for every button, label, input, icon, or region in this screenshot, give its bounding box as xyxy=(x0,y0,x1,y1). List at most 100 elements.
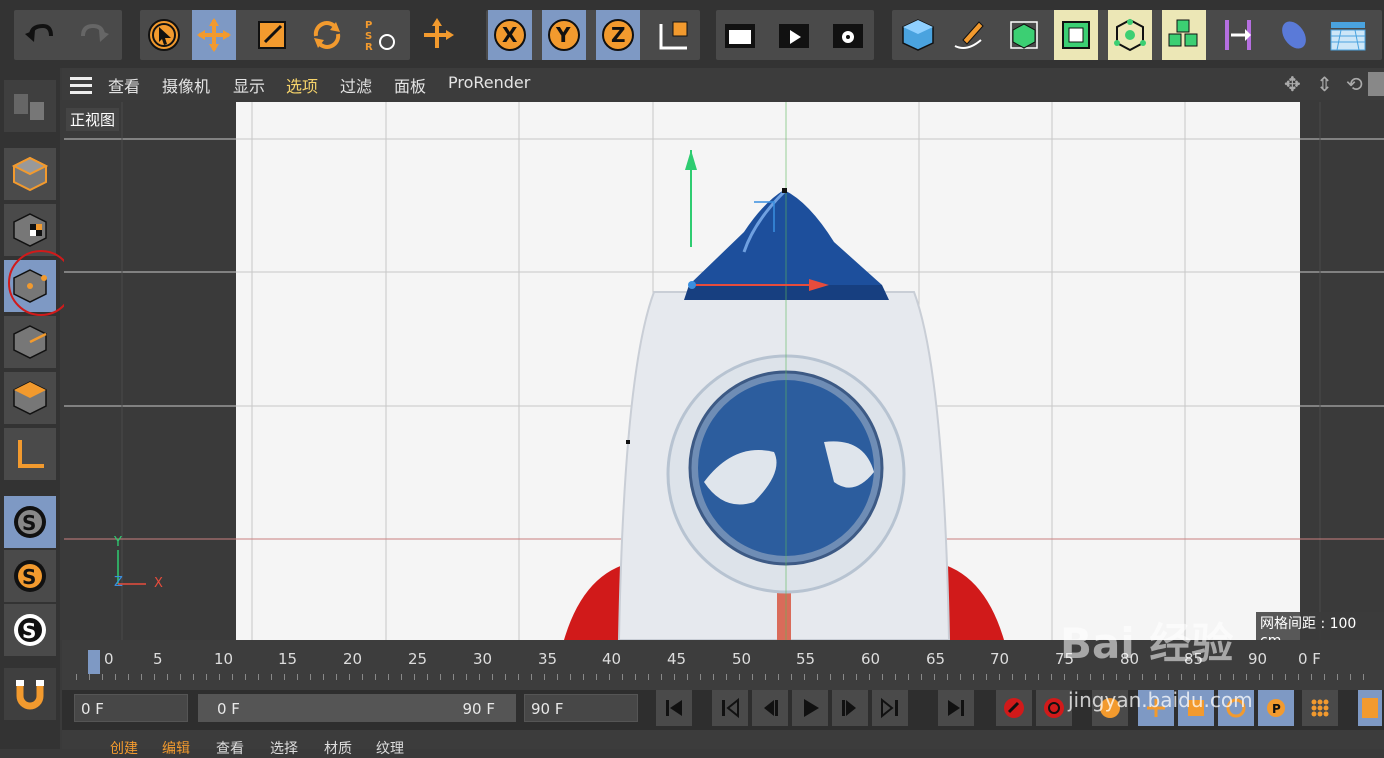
left-palette: S S S xyxy=(0,68,74,749)
current-frame-field[interactable]: 0 F xyxy=(74,694,188,722)
tick-label: 0 xyxy=(104,650,114,668)
texture-mode-icon[interactable] xyxy=(4,204,56,256)
render-view-icon[interactable] xyxy=(718,10,762,60)
menu-edit[interactable]: 编辑 xyxy=(162,738,190,758)
range-end-label: 90 F xyxy=(462,700,495,718)
rotate-view-icon[interactable]: ⟲ xyxy=(1346,72,1363,96)
edge-mode-icon[interactable] xyxy=(4,316,56,368)
main-toolbar: PSR X Y Z xyxy=(0,0,1384,68)
model-mode-icon[interactable] xyxy=(4,148,56,200)
magnet-tool-icon[interactable] xyxy=(4,668,56,720)
next-key-icon[interactable] xyxy=(872,690,908,726)
svg-text:P: P xyxy=(365,20,372,31)
go-to-start-icon[interactable] xyxy=(656,690,692,726)
menu-display[interactable]: 显示 xyxy=(233,73,265,97)
key-position-icon[interactable] xyxy=(1138,690,1174,726)
play-icon[interactable] xyxy=(792,690,828,726)
floor-icon[interactable] xyxy=(1326,10,1370,60)
tick-label: 45 xyxy=(667,650,687,668)
snap-enable-icon[interactable]: S xyxy=(4,496,56,548)
hamburger-menu-icon[interactable] xyxy=(70,77,92,94)
menu-view[interactable]: 查看 xyxy=(108,73,140,97)
z-axis-lock-icon[interactable]: Z xyxy=(596,10,640,60)
maximize-view-icon[interactable] xyxy=(1368,72,1384,96)
axis-x-label: X xyxy=(154,576,163,591)
max-frame-field[interactable]: 90 F xyxy=(524,694,638,722)
coordinate-system-icon[interactable] xyxy=(652,10,696,60)
deformer-icon[interactable] xyxy=(1216,10,1260,60)
svg-text:S: S xyxy=(365,31,372,42)
record-key-icon[interactable] xyxy=(996,690,1032,726)
subdivision-surface-icon[interactable] xyxy=(1002,10,1046,60)
extrude-icon[interactable] xyxy=(1054,10,1098,60)
render-picture-viewer-icon[interactable] xyxy=(772,10,816,60)
timeline-end-label: 0 F xyxy=(1298,650,1321,668)
pen-spline-icon[interactable] xyxy=(946,10,990,60)
key-rotation-icon[interactable] xyxy=(1218,690,1254,726)
timeline-playhead[interactable] xyxy=(88,650,100,674)
timeline-window-icon[interactable] xyxy=(1358,690,1382,726)
tick-label: 55 xyxy=(796,650,816,668)
timeline-ruler[interactable]: 0 5 10 15 20 25 30 35 40 45 50 55 60 65 … xyxy=(62,640,1384,690)
svg-text:Y: Y xyxy=(555,23,571,47)
zoom-view-icon[interactable]: ⇕ xyxy=(1316,72,1333,96)
svg-text:R: R xyxy=(365,42,373,53)
rotate-tool-icon[interactable] xyxy=(305,10,349,60)
menu-camera[interactable]: 摄像机 xyxy=(162,73,210,97)
previous-key-icon[interactable] xyxy=(712,690,748,726)
y-axis-lock-icon[interactable]: Y xyxy=(542,10,586,60)
menu-select[interactable]: 选择 xyxy=(270,738,298,758)
tick-label: 40 xyxy=(602,650,622,668)
keyframe-selection-icon[interactable] xyxy=(1092,690,1128,726)
menu-create[interactable]: 创建 xyxy=(110,738,138,758)
undo-icon[interactable] xyxy=(18,10,62,60)
layout-icon[interactable] xyxy=(4,80,56,132)
workplane-snap-icon[interactable]: S xyxy=(4,604,56,656)
timeline-ticks xyxy=(76,674,1376,680)
svg-text:Z: Z xyxy=(611,23,626,47)
environment-icon[interactable] xyxy=(1272,10,1316,60)
previous-frame-icon[interactable] xyxy=(752,690,788,726)
menu-bottom-view[interactable]: 查看 xyxy=(216,738,244,758)
svg-text:S: S xyxy=(22,619,36,643)
redo-icon[interactable] xyxy=(72,10,116,60)
tick-label: 85 xyxy=(1184,650,1204,668)
key-scale-icon[interactable] xyxy=(1178,690,1214,726)
menu-material[interactable]: 材质 xyxy=(324,738,352,758)
psr-tool-icon[interactable]: PSR xyxy=(358,10,402,60)
mograph-cubes-icon[interactable] xyxy=(1162,10,1206,60)
render-settings-icon[interactable] xyxy=(826,10,870,60)
scale-tool-icon[interactable] xyxy=(250,10,294,60)
svg-text:X: X xyxy=(502,23,518,47)
transform-tool-icon[interactable] xyxy=(415,10,459,60)
front-viewport[interactable]: Y Z X 网格间距 : 100 cm xyxy=(64,102,1384,640)
go-to-end-icon[interactable] xyxy=(938,690,974,726)
pan-view-icon[interactable]: ✥ xyxy=(1284,72,1301,96)
cube-object-icon[interactable] xyxy=(896,10,940,60)
svg-text:S: S xyxy=(22,565,36,589)
key-parameter-icon[interactable]: P xyxy=(1258,690,1294,726)
tick-label: 15 xyxy=(278,650,298,668)
tick-label: 35 xyxy=(538,650,558,668)
tick-label: 90 xyxy=(1248,650,1268,668)
menu-panel[interactable]: 面板 xyxy=(394,73,426,97)
menu-texture[interactable]: 纹理 xyxy=(376,738,404,758)
menu-options[interactable]: 选项 xyxy=(286,73,318,97)
polygon-mode-icon[interactable] xyxy=(4,372,56,424)
menu-filter[interactable]: 过滤 xyxy=(340,73,372,97)
preview-range-slider[interactable]: 0 F 90 F xyxy=(198,694,516,722)
auto-key-icon[interactable] xyxy=(1036,690,1072,726)
axis-mode-icon[interactable] xyxy=(4,428,56,480)
x-axis-lock-icon[interactable]: X xyxy=(488,10,532,60)
key-pla-icon[interactable] xyxy=(1302,690,1338,726)
grid-spacing-label: 网格间距 : 100 cm xyxy=(1256,612,1384,640)
snap-settings-icon[interactable]: S xyxy=(4,550,56,602)
viewport-menubar: 查看 摄像机 显示 选项 过滤 面板 ProRender ✥ ⇕ ⟲ xyxy=(62,68,1384,100)
next-frame-icon[interactable] xyxy=(832,690,868,726)
move-tool-icon[interactable] xyxy=(192,10,236,60)
select-tool-icon[interactable] xyxy=(142,10,186,60)
cloner-icon[interactable] xyxy=(1108,10,1152,60)
menu-prorender[interactable]: ProRender xyxy=(448,73,530,92)
tick-label: 65 xyxy=(926,650,946,668)
tick-label: 75 xyxy=(1055,650,1075,668)
